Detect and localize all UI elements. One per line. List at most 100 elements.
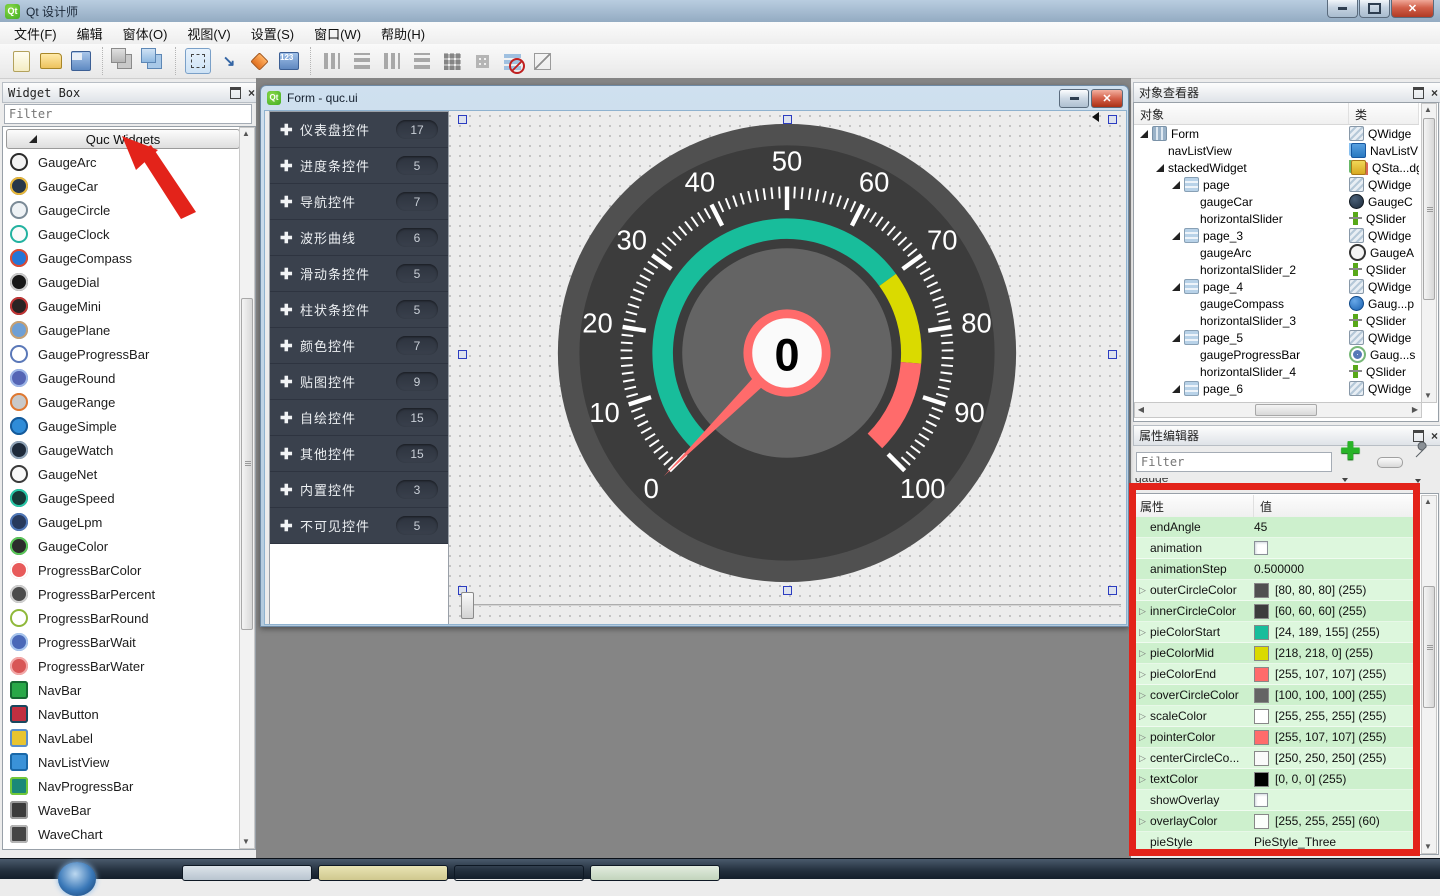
configure-icon[interactable] — [1413, 442, 1437, 483]
object-inspector-hscrollbar[interactable]: ◀ ▶ — [1134, 402, 1422, 418]
widget-item-wavebar[interactable]: WaveBar — [4, 798, 238, 822]
nav-item-贴图控件[interactable]: ✚贴图控件9 — [270, 364, 448, 400]
close-button[interactable]: ✕ — [1391, 0, 1434, 18]
expander-icon[interactable] — [1172, 385, 1180, 393]
scroll-down-icon[interactable]: ▼ — [240, 836, 252, 848]
widget-item-navprogressbar[interactable]: NavProgressBar — [4, 774, 238, 798]
nav-item-内置控件[interactable]: ✚内置控件3 — [270, 472, 448, 508]
close-dock-icon[interactable]: × — [248, 89, 255, 97]
expander-icon[interactable] — [1172, 232, 1180, 240]
scroll-up-icon[interactable]: ▲ — [1422, 496, 1434, 508]
taskbar-button[interactable] — [318, 865, 448, 881]
widget-item-navlistview[interactable]: NavListView — [4, 750, 238, 774]
property-editor-vscrollbar[interactable]: ▲ ▼ — [1421, 495, 1437, 854]
selection-handle[interactable] — [1108, 350, 1117, 359]
maximize-button[interactable] — [1359, 0, 1390, 18]
float-dock-icon[interactable] — [230, 87, 241, 99]
selection-handle[interactable] — [1108, 115, 1117, 124]
edit-tab-order-icon[interactable]: 123 — [277, 49, 301, 73]
tree-row-navListView[interactable]: navListViewNavListV — [1134, 142, 1419, 159]
widget-item-gaugemini[interactable]: GaugeMini — [4, 294, 238, 318]
widget-box-scrollbar[interactable]: ▲ ▼ — [239, 127, 255, 849]
widget-item-navlabel[interactable]: NavLabel — [4, 726, 238, 750]
remove-property-button[interactable] — [1377, 457, 1403, 468]
nav-item-仪表盘控件[interactable]: ✚仪表盘控件17 — [270, 112, 448, 148]
tree-row-gaugeArc[interactable]: gaugeArcGaugeA — [1134, 244, 1419, 261]
form-canvas[interactable]: ✚仪表盘控件17✚进度条控件5✚导航控件7✚波形曲线6✚滑动条控件5✚柱状条控件… — [264, 110, 1127, 625]
expander-icon[interactable] — [1140, 130, 1148, 138]
widget-box-filter-input[interactable] — [4, 104, 252, 124]
scrollbar-thumb[interactable] — [241, 298, 253, 630]
new-file-icon[interactable] — [9, 49, 33, 73]
scroll-up-icon[interactable]: ▲ — [1422, 104, 1434, 116]
save-file-icon[interactable] — [69, 49, 93, 73]
tree-row-page[interactable]: pageQWidge — [1134, 176, 1419, 193]
scrollbar-thumb[interactable] — [1423, 586, 1435, 708]
widget-item-progressbarwait[interactable]: ProgressBarWait — [4, 630, 238, 654]
widget-item-navbar[interactable]: NavBar — [4, 678, 238, 702]
minimize-button[interactable] — [1327, 0, 1358, 18]
widget-item-gaugeround[interactable]: GaugeRound — [4, 366, 238, 390]
widget-item-wavechart[interactable]: WaveChart — [4, 822, 238, 846]
scroll-up-icon[interactable]: ▲ — [240, 128, 252, 140]
float-dock-icon[interactable] — [1413, 87, 1424, 99]
tree-row-horizontalSlider_3[interactable]: horizontalSlider_3QSlider — [1134, 312, 1419, 329]
widget-item-gaugespeed[interactable]: GaugeSpeed — [4, 486, 238, 510]
widget-item-gaugeplane[interactable]: GaugePlane — [4, 318, 238, 342]
tree-row-gaugeProgressBar[interactable]: gaugeProgressBarGaug...s — [1134, 346, 1419, 363]
slider-handle[interactable] — [461, 592, 474, 619]
form-window-titlebar[interactable]: Qt Form - quc.ui ✕ — [261, 86, 1128, 110]
menu-item-[interactable]: 编辑 — [67, 22, 113, 45]
edit-buddies-icon[interactable] — [247, 49, 271, 73]
menu-item-V[interactable]: 视图(V) — [177, 22, 240, 45]
menu-item-W[interactable]: 窗口(W) — [304, 22, 371, 45]
scroll-down-icon[interactable]: ▼ — [1422, 841, 1434, 853]
object-inspector-vscrollbar[interactable]: ▲ ▼ — [1421, 103, 1437, 403]
tree-row-horizontalSlider_2[interactable]: horizontalSlider_2QSlider — [1134, 261, 1419, 278]
selection-handle[interactable] — [783, 586, 792, 595]
close-dock-icon[interactable]: × — [1431, 89, 1438, 97]
widget-item-progressbarcolor[interactable]: ProgressBarColor — [4, 558, 238, 582]
layout-form-icon[interactable] — [470, 49, 494, 73]
nav-item-自绘控件[interactable]: ✚自绘控件15 — [270, 400, 448, 436]
adjust-size-icon[interactable] — [530, 49, 554, 73]
widget-item-progressbarwater[interactable]: ProgressBarWater — [4, 654, 238, 678]
break-layout-icon[interactable] — [500, 49, 524, 73]
tree-row-stackedWidget[interactable]: stackedWidgetQSta...dg — [1134, 159, 1419, 176]
expander-icon[interactable] — [1172, 181, 1180, 189]
nav-item-滑动条控件[interactable]: ✚滑动条控件5 — [270, 256, 448, 292]
taskbar-button[interactable] — [590, 865, 720, 881]
layout-split-vertical-icon[interactable] — [410, 49, 434, 73]
edit-widgets-icon[interactable] — [185, 48, 211, 74]
form-close-button[interactable]: ✕ — [1091, 89, 1123, 108]
open-file-icon[interactable] — [39, 49, 63, 73]
start-button[interactable] — [58, 862, 96, 896]
stack-gray-icon[interactable] — [112, 49, 136, 73]
nav-item-进度条控件[interactable]: ✚进度条控件5 — [270, 148, 448, 184]
selection-handle[interactable] — [458, 115, 467, 124]
nav-item-不可见控件[interactable]: ✚不可见控件5 — [270, 508, 448, 544]
tree-row-horizontalSlider[interactable]: horizontalSliderQSlider — [1134, 210, 1419, 227]
widget-item-gaugecolor[interactable]: GaugeColor — [4, 534, 238, 558]
widget-item-gaugecompass[interactable]: GaugeCompass — [4, 246, 238, 270]
widget-item-gaugelpm[interactable]: GaugeLpm — [4, 510, 238, 534]
menu-item-S[interactable]: 设置(S) — [241, 22, 304, 45]
expander-icon[interactable] — [1172, 334, 1180, 342]
scroll-right-icon[interactable]: ▶ — [1409, 404, 1421, 416]
tree-row-page_3[interactable]: page_3QWidge — [1134, 227, 1419, 244]
menu-item-O[interactable]: 窗体(O) — [113, 22, 178, 45]
widget-item-gaugeprogressbar[interactable]: GaugeProgressBar — [4, 342, 238, 366]
add-dynamic-property-button[interactable]: ✚ — [1340, 442, 1366, 482]
form-minimize-button[interactable] — [1059, 89, 1089, 108]
widget-item-gaugenet[interactable]: GaugeNet — [4, 462, 238, 486]
float-dock-icon[interactable] — [1413, 430, 1424, 442]
scroll-left-icon[interactable]: ◀ — [1135, 404, 1147, 416]
scrollbar-thumb[interactable] — [1255, 404, 1317, 416]
property-filter-input[interactable] — [1136, 452, 1332, 472]
expander-icon[interactable] — [1156, 164, 1164, 172]
close-dock-icon[interactable]: × — [1431, 432, 1438, 440]
taskbar-button[interactable] — [454, 865, 584, 881]
expander-icon[interactable] — [1172, 283, 1180, 291]
column-class[interactable]: 类 — [1349, 103, 1419, 124]
tree-row-gaugeCar[interactable]: gaugeCarGaugeC — [1134, 193, 1419, 210]
